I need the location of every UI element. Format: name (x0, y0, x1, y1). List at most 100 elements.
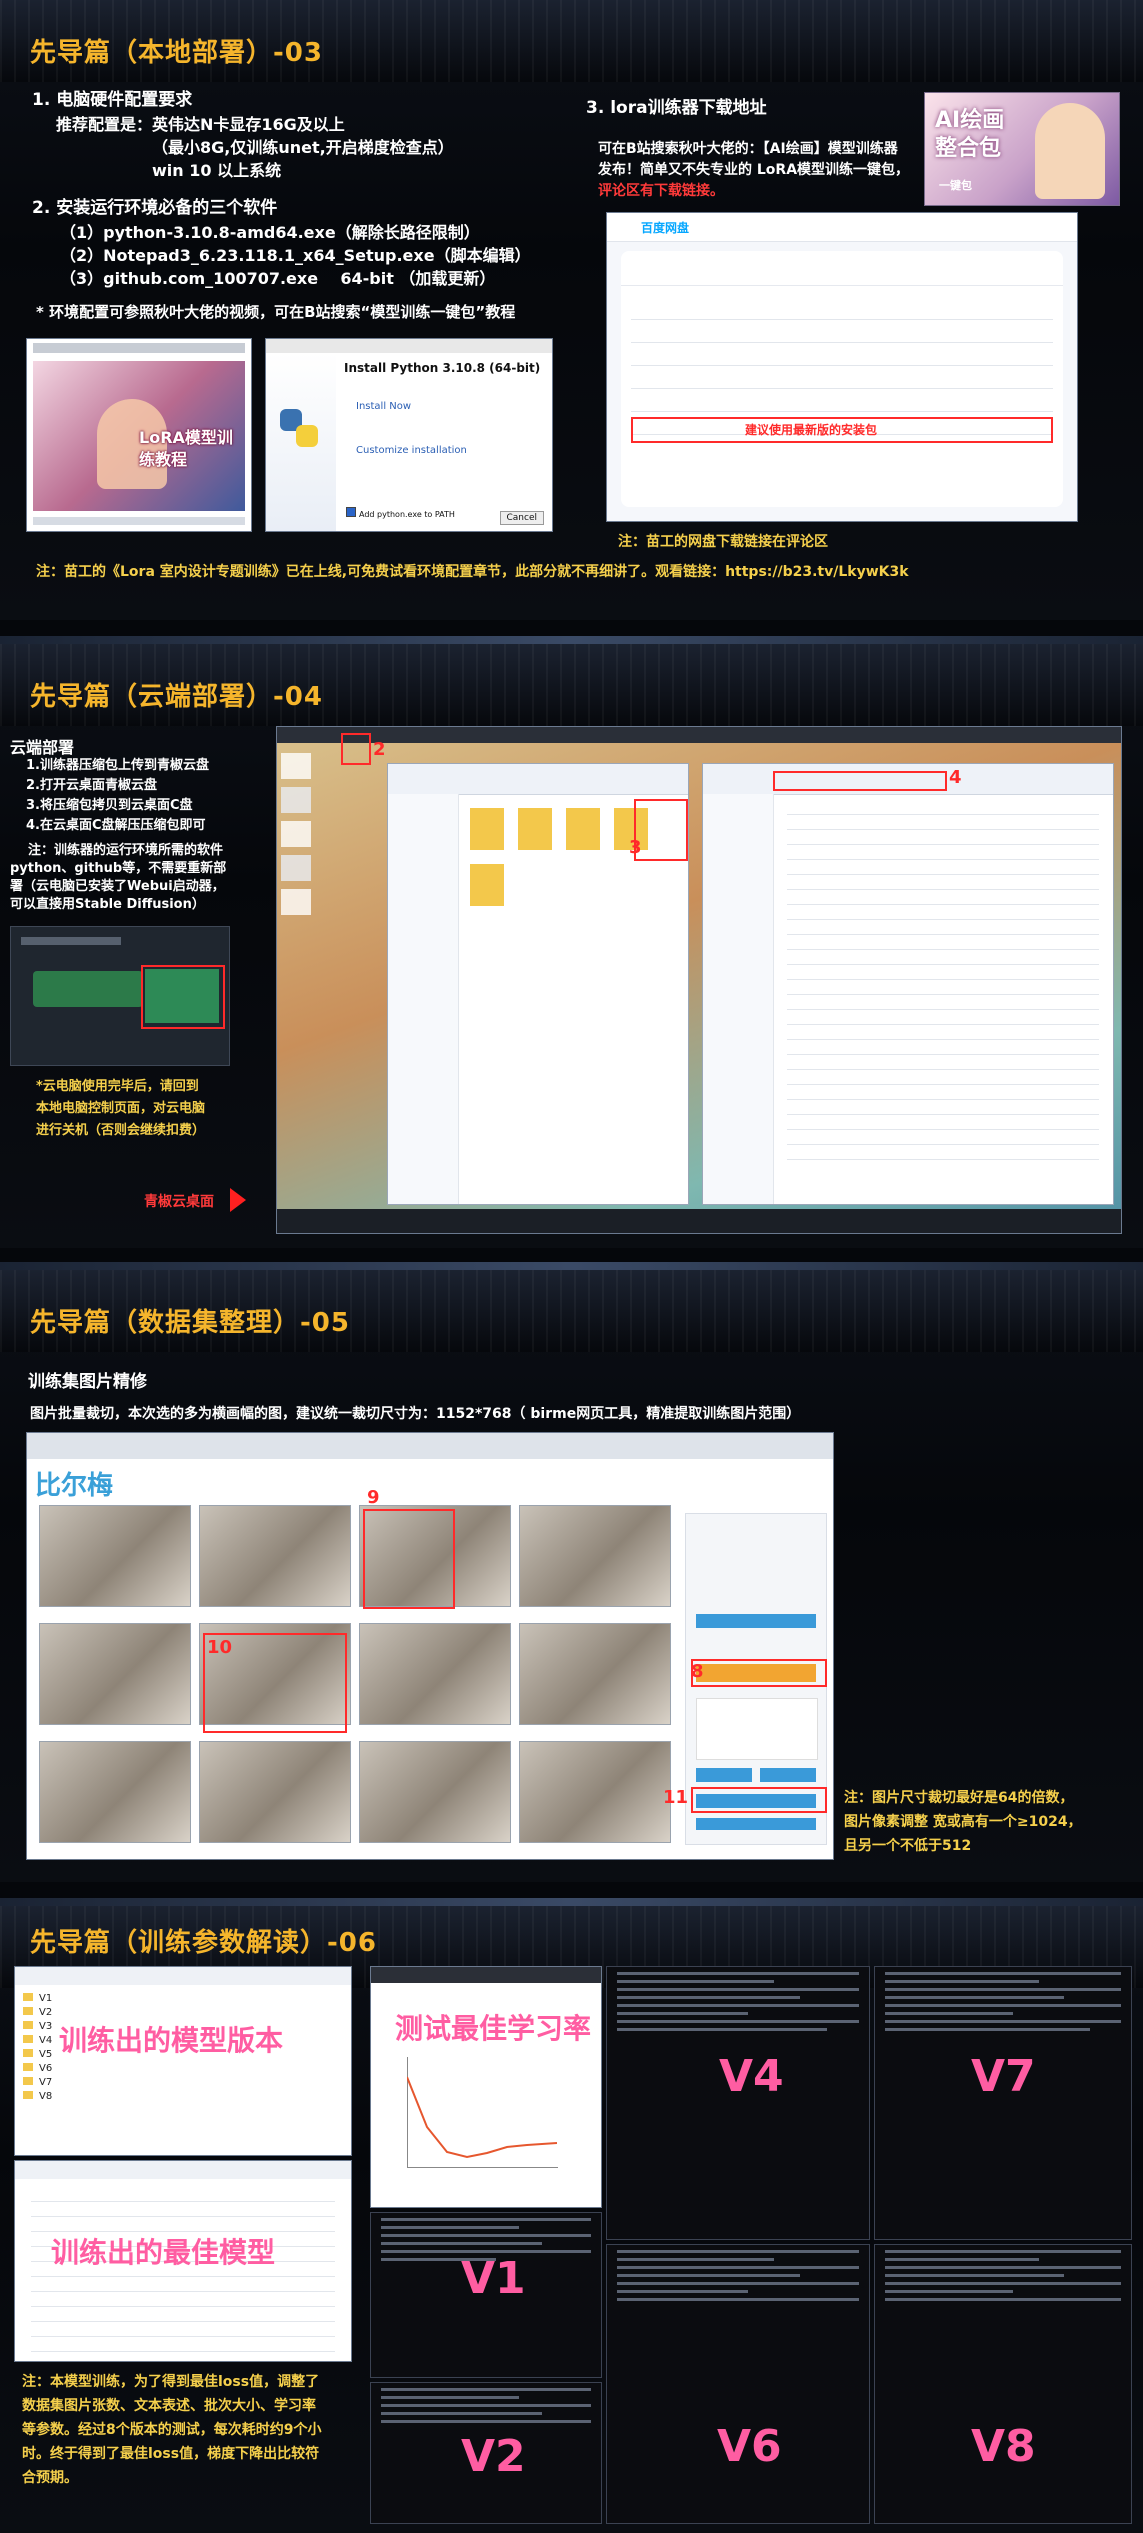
folder-name: V6 (39, 2063, 53, 2074)
crop-note-1: 注：图片尺寸裁切最好是64的倍数， (844, 1790, 1074, 1806)
learning-rate-test: 测试最佳学习率 (370, 1966, 602, 2208)
learning-rate-label: 测试最佳学习率 (395, 2012, 592, 2045)
folder-name: V8 (39, 2091, 53, 2102)
installer-cancel-button[interactable]: Cancel (499, 511, 544, 525)
version-label-v6: V6 (717, 2421, 782, 2472)
thumbnail-title: LoRA模型训练教程 (139, 428, 233, 469)
folder-item[interactable]: V1 (23, 1993, 203, 2007)
loss-curve (407, 2076, 557, 2159)
cloud-note-2: python、github等，不需要重新部 (10, 861, 227, 876)
folder-name: V2 (39, 2007, 53, 2018)
hardware-heading: 1. 电脑硬件配置要求 (32, 90, 193, 110)
cloud-step-2: 2.打开云桌面青椒云盘 (26, 778, 157, 793)
add-path-checkbox[interactable]: Add python.exe to PATH (346, 507, 455, 519)
crop-note-3: 且另一个不低于512 (844, 1838, 972, 1854)
customize-install-link[interactable]: Customize installation (356, 445, 467, 456)
software-item-1: （1）python-3.10.8-amd64.exe（解除长路径限制） (60, 223, 480, 242)
folder-name: V1 (39, 1993, 53, 2004)
step-2-label: 2 (373, 739, 386, 760)
step-10-label: 10 (207, 1637, 233, 1658)
zip-package-highlight (634, 799, 688, 861)
folder-name: V7 (39, 2077, 53, 2088)
cloud-step-3: 3.将压缩包拷贝到云桌面C盘 (26, 798, 193, 813)
section-title: 先导篇（数据集整理）-05 (30, 1308, 350, 1338)
cloud-client-window (10, 926, 230, 1066)
netdisk-logo: 百度网盘 (641, 221, 690, 235)
training-note-1: 注：本模型训练，为了得到最佳loss值，调整了 (22, 2374, 320, 2390)
step-3-label: 3 (629, 837, 642, 858)
installer-title: Install Python 3.10.8 (64-bit) (344, 361, 541, 375)
cloud-step-1: 1.训练器压缩包上传到青椒云盘 (26, 758, 209, 773)
section-training-params: 先导篇（训练参数解读）-06 V1 V2 V3 V4 V5 V6 V7 V8 训… (0, 1898, 1143, 2533)
birme-site-title: 比尔梅 (35, 1471, 114, 1501)
section-cloud-deploy: 先导篇（云端部署）-04 云端部署 1.训练器压缩包上传到青椒云盘 2.打开云桌… (0, 636, 1143, 1248)
tutorial-video-thumbnail[interactable]: LoRA模型训练教程 (26, 338, 252, 532)
training-note-5: 合预期。 (22, 2470, 78, 2486)
section-title: 先导篇（云端部署）-04 (30, 682, 323, 712)
hardware-line-2: （最小8G,仅训练unet,开启梯度检查点） (152, 138, 454, 157)
terminal-v1: V1 (370, 2212, 602, 2378)
crop-note-2: 图片像素调整 宽或高有一个≥1024， (844, 1814, 1082, 1830)
lora-course-note: 注：苗工的《Lora 室内设计专题训练》已在上线,可免费试看环境配置章节，此部分… (36, 564, 909, 580)
section-dataset: 先导篇（数据集整理）-05 训练集图片精修 图片批量裁切，本次选的多为横画幅的图… (0, 1262, 1143, 1882)
folder-item[interactable]: V8 (23, 2091, 203, 2105)
hardware-line-1: 推荐配置是：英伟达N卡显存16G及以上 (56, 115, 345, 134)
cloud-note-3: 署（云电脑已安装了Webui启动器， (10, 879, 225, 894)
training-note-3: 等参数。经过8个版本的测试，每次耗时约9个小 (22, 2422, 322, 2438)
step-8-label: 8 (691, 1661, 704, 1682)
ai-package-badge: AI绘画整合包 一键包 (924, 92, 1120, 206)
step-4-label: 4 (949, 767, 962, 788)
env-tip: * 环境配置可参照秋叶大佬的视频，可在B站搜索“模型训练一键包”教程 (36, 303, 516, 321)
download-desc-3: 评论区有下载链接。 (598, 183, 724, 199)
shutdown-warning-3: 进行关机（否则会继续扣费） (36, 1123, 206, 1138)
cloud-step-4: 4.在云桌面C盘解压压缩包即可 (26, 818, 206, 833)
best-model-label: 训练出的最佳模型 (51, 2236, 276, 2269)
version-label-v7: V7 (971, 2051, 1036, 2102)
best-model-folder: 训练出的最佳模型 (14, 2160, 352, 2362)
folder-item[interactable]: V7 (23, 2077, 203, 2091)
model-version-folder: V1 V2 V3 V4 V5 V6 V7 V8 训练出的模型版本 (14, 1966, 352, 2156)
cloud-note-4: 可以直接用Stable Diffusion） (10, 897, 205, 912)
section-local-deploy: 先导篇（本地部署）-03 1. 电脑硬件配置要求 推荐配置是：英伟达N卡显存16… (0, 0, 1143, 620)
folder-item[interactable]: V6 (23, 2063, 203, 2077)
terminal-v4: V4 (606, 1966, 870, 2240)
python-installer-window: Install Python 3.10.8 (64-bit) Install N… (265, 338, 553, 532)
path-bar-highlight (773, 771, 947, 791)
hardware-line-3: win 10 以上系统 (152, 161, 282, 180)
shutdown-warning-1: *云电脑使用完毕后，请回到 (36, 1079, 199, 1094)
folder-name: V4 (39, 2035, 53, 2046)
add-path-label: Add python.exe to PATH (359, 510, 455, 519)
install-now-link[interactable]: Install Now (356, 401, 411, 412)
version-label-v8: V8 (971, 2421, 1036, 2472)
lora-download-heading: 3. lora训练器下载地址 (586, 98, 767, 118)
shutdown-warning-2: 本地电脑控制页面，对云电脑 (36, 1101, 206, 1116)
software-heading: 2. 安装运行环境必备的三个软件 (32, 198, 278, 218)
step-11-label: 11 (663, 1787, 689, 1808)
dataset-desc: 图片批量裁切，本次选的多为横画幅的图，建议统一裁切尺寸为：1152*768（ b… (30, 1406, 801, 1422)
netdisk-hint-text: 建议使用最新版的安装包 (745, 423, 878, 437)
baidu-netdisk-window: 百度网盘 建议使用最新版的安装包 (606, 212, 1078, 522)
training-note-2: 数据集图片张数、文本表述、批次大小、学习率 (22, 2398, 316, 2414)
terminal-v6: V6 (606, 2244, 870, 2524)
arrow-right-icon (230, 1188, 246, 1212)
cloud-desktop-screenshot: 2 3 4 (276, 726, 1122, 1234)
cloud-drive-highlight (341, 733, 371, 765)
version-label-v1: V1 (461, 2253, 526, 2304)
terminal-v7: V7 (874, 1966, 1132, 2240)
software-item-3: （3）github.com_100707.exe 64-bit （加载更新） (60, 269, 496, 288)
step-9-label: 9 (367, 1487, 380, 1508)
python-logo-icon (280, 409, 320, 449)
section-title: 先导篇（本地部署）-03 (30, 38, 323, 68)
terminal-v8: V8 (874, 2244, 1132, 2524)
cloud-desktop-label: 青椒云桌面 (144, 1194, 214, 1210)
save-button-highlight (691, 1787, 827, 1813)
folder-name: V5 (39, 2049, 53, 2060)
section-title: 先导篇（训练参数解读）-06 (30, 1928, 377, 1958)
cloud-note-1: 注：训练器的运行环境所需的软件 (28, 843, 224, 858)
model-version-label: 训练出的模型版本 (59, 2024, 284, 2057)
crop-area-highlight (363, 1509, 455, 1609)
version-label-v4: V4 (719, 2051, 784, 2102)
dataset-heading: 训练集图片精修 (28, 1372, 147, 1392)
terminal-v2: V2 (370, 2382, 602, 2524)
netdisk-note: 注：苗工的网盘下载链接在评论区 (618, 534, 828, 550)
